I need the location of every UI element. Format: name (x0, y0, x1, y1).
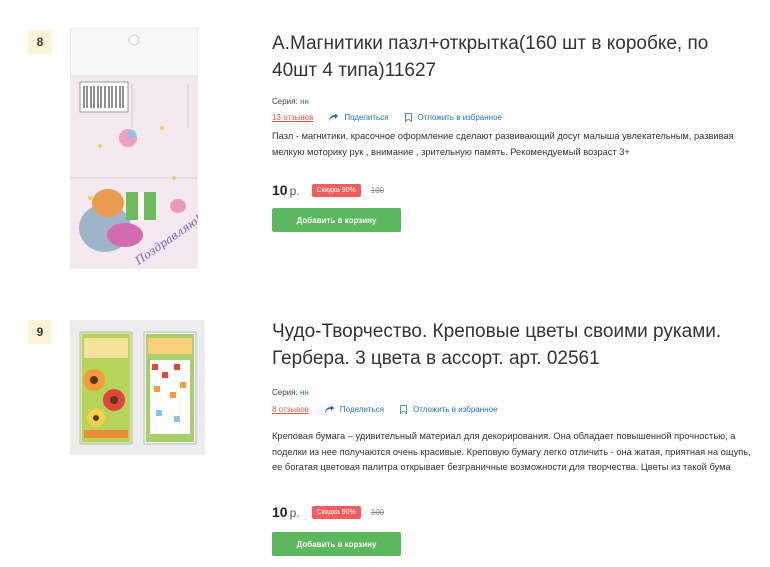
price-row: 10 р. Скидка 90% 100 (272, 504, 384, 520)
series-label: Серия: (272, 388, 298, 397)
meta-row: 13 отзывов Поделиться Отложить в избранн… (272, 113, 518, 122)
discount-badge: Скидка 90% (311, 505, 361, 519)
item-number: 8 (28, 30, 52, 54)
add-to-cart-button[interactable]: Добавить в корзину (272, 532, 401, 556)
price: 10 р. (272, 504, 300, 520)
share-label: Поделиться (339, 405, 385, 414)
price: 10 р. (272, 182, 300, 198)
favorite-button[interactable]: Отложить в избранное (404, 113, 502, 122)
favorite-button[interactable]: Отложить в избранное (400, 405, 498, 414)
series-label: Серия: (272, 97, 298, 106)
favorite-label: Отложить в избранное (417, 113, 502, 122)
bookmark-icon (404, 113, 412, 122)
item-number: 9 (28, 320, 52, 344)
old-price: 100 (370, 507, 385, 517)
price-currency: р. (289, 184, 300, 198)
meta-row: 8 отзывов Поделиться Отложить в избранно… (272, 405, 514, 414)
product-image[interactable]: Поздравляю! (70, 28, 198, 269)
product-image-art: Поздравляю! (70, 28, 198, 269)
favorite-label: Отложить в избранное (413, 405, 498, 414)
bookmark-icon (400, 405, 407, 414)
series-row: Серия: нн (272, 388, 309, 397)
product-image-art (70, 320, 205, 455)
share-icon (329, 113, 339, 122)
price-value: 10 (272, 182, 288, 198)
price-currency: р. (289, 506, 300, 520)
reviews-link[interactable]: 13 отзывов (272, 113, 313, 122)
product-description: Пазл - магнитики, красочное оформление с… (272, 131, 734, 157)
product-title[interactable]: А.Магнитики пазл+открытка(160 шт в короб… (272, 30, 742, 84)
product-description: Креповая бумага – удивительный материал … (272, 431, 751, 472)
discount-badge: Скидка 90% (311, 183, 361, 197)
share-button[interactable]: Поделиться (324, 405, 385, 414)
share-label: Поделиться (344, 113, 389, 122)
series-link[interactable]: нн (300, 97, 309, 106)
reviews-link[interactable]: 8 отзывов (272, 405, 309, 414)
old-price: 100 (370, 185, 385, 195)
series-row: Серия: нн (272, 97, 309, 106)
series-link[interactable]: нн (300, 388, 309, 397)
price-value: 10 (272, 504, 288, 520)
add-to-cart-button[interactable]: Добавить в корзину (272, 208, 401, 232)
share-icon (324, 405, 334, 414)
share-button[interactable]: Поделиться (329, 113, 389, 122)
price-row: 10 р. Скидка 90% 100 (272, 182, 384, 198)
product-image[interactable] (70, 320, 205, 455)
product-title[interactable]: Чудо-Творчество. Креповые цветы своими р… (272, 318, 742, 372)
